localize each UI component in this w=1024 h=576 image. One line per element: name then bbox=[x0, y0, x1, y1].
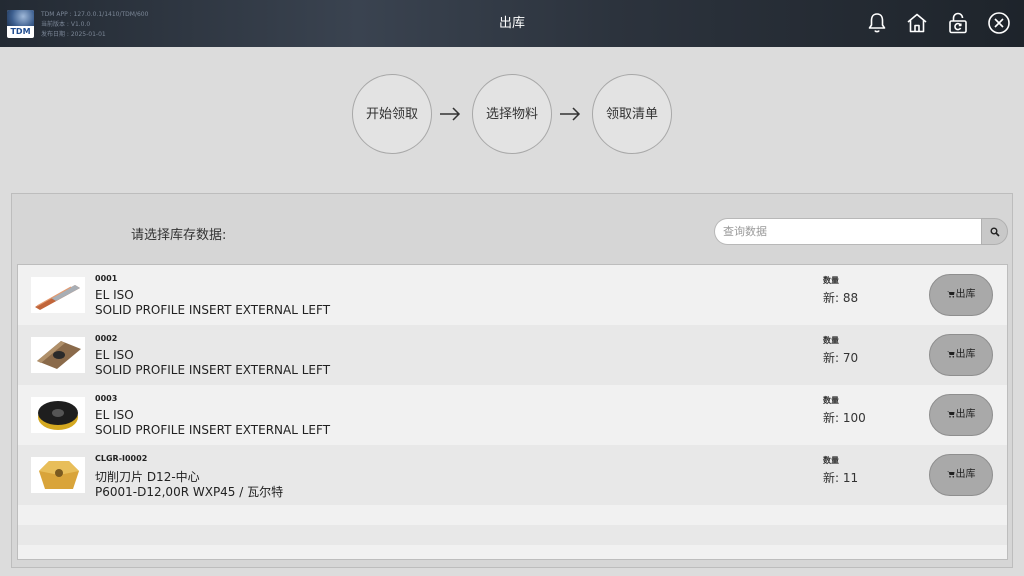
item-code: 0003 bbox=[95, 394, 118, 403]
item-code: CLGR-I0002 bbox=[95, 454, 148, 463]
item-name: EL ISO bbox=[95, 348, 134, 362]
lock-refresh-icon[interactable] bbox=[946, 11, 970, 35]
item-name: EL ISO bbox=[95, 408, 134, 422]
list-item[interactable]: 0003 EL ISO SOLID PROFILE INSERT EXTERNA… bbox=[18, 385, 1007, 445]
item-desc: P6001-D12,00R WXP45 / 瓦尔特 bbox=[95, 485, 284, 499]
search-input[interactable] bbox=[714, 218, 982, 245]
search-icon bbox=[990, 227, 1000, 237]
qty-value: 新: 70 bbox=[823, 351, 859, 365]
checkout-button[interactable]: 出库 bbox=[929, 274, 993, 316]
qty-label: 数量 bbox=[823, 396, 839, 405]
gold-insert-image bbox=[31, 457, 85, 493]
search-box bbox=[714, 218, 1008, 245]
item-desc: SOLID PROFILE INSERT EXTERNAL LEFT bbox=[95, 423, 331, 437]
drill-bit-image bbox=[31, 277, 85, 313]
inventory-list: 0001 EL ISO SOLID PROFILE INSERT EXTERNA… bbox=[17, 264, 1008, 560]
cart-icon bbox=[946, 410, 955, 418]
arrow-right-icon bbox=[559, 104, 581, 124]
step-select-material: 选择物料 bbox=[472, 74, 552, 154]
tdm-logo: TDM bbox=[7, 10, 34, 38]
inventory-panel: 请选择库存数据: 0001 EL ISO SOLID PROFILE INSER… bbox=[11, 193, 1013, 568]
qty-value: 新: 11 bbox=[823, 471, 859, 485]
item-code: 0002 bbox=[95, 334, 118, 343]
close-icon[interactable] bbox=[987, 11, 1011, 35]
empty-row bbox=[18, 525, 1007, 545]
bell-icon[interactable] bbox=[865, 11, 889, 35]
checkout-button[interactable]: 出库 bbox=[929, 334, 993, 376]
item-desc: SOLID PROFILE INSERT EXTERNAL LEFT bbox=[95, 363, 331, 377]
cart-icon bbox=[946, 470, 955, 478]
item-code: 0001 bbox=[95, 274, 118, 283]
app-info-line: 当前版本 : V1.0.0 bbox=[41, 21, 91, 28]
round-insert-image bbox=[31, 397, 85, 433]
diamond-insert-image bbox=[31, 337, 85, 373]
app-header: TDM TDM APP : 127.0.0.1/1410/TDM/600 当前版… bbox=[0, 0, 1024, 47]
checkout-label: 出库 bbox=[955, 409, 976, 420]
list-item[interactable]: 0001 EL ISO SOLID PROFILE INSERT EXTERNA… bbox=[18, 265, 1007, 325]
item-desc: SOLID PROFILE INSERT EXTERNAL LEFT bbox=[95, 303, 331, 317]
cart-icon bbox=[946, 350, 955, 358]
home-icon[interactable] bbox=[905, 11, 929, 35]
item-name: EL ISO bbox=[95, 288, 134, 302]
list-item[interactable]: CLGR-I0002 切削刀片 D12-中心 P6001-D12,00R WXP… bbox=[18, 445, 1007, 505]
empty-row bbox=[18, 545, 1007, 559]
qty-label: 数量 bbox=[823, 336, 839, 345]
app-info-line: 发布日期 : 2025-01-01 bbox=[41, 31, 106, 38]
cart-icon bbox=[946, 290, 955, 298]
checkout-button[interactable]: 出库 bbox=[929, 454, 993, 496]
list-item[interactable]: 0002 EL ISO SOLID PROFILE INSERT EXTERNA… bbox=[18, 325, 1007, 385]
checkout-button[interactable]: 出库 bbox=[929, 394, 993, 436]
qty-label: 数量 bbox=[823, 276, 839, 285]
checkout-label: 出库 bbox=[955, 289, 976, 300]
qty-label: 数量 bbox=[823, 456, 839, 465]
panel-label: 请选择库存数据: bbox=[131, 228, 227, 243]
arrow-right-icon bbox=[439, 104, 461, 124]
qty-value: 新: 100 bbox=[823, 411, 866, 425]
step-pickup-list: 领取清单 bbox=[592, 74, 672, 154]
app-info: TDM APP : 127.0.0.1/1410/TDM/600 当前版本 : … bbox=[41, 10, 148, 40]
checkout-label: 出库 bbox=[955, 349, 976, 360]
checkout-label: 出库 bbox=[955, 469, 976, 480]
empty-row bbox=[18, 505, 1007, 525]
step-start-pickup: 开始领取 bbox=[352, 74, 432, 154]
qty-value: 新: 88 bbox=[823, 291, 859, 305]
search-button[interactable] bbox=[981, 218, 1008, 245]
app-info-line: TDM APP : 127.0.0.1/1410/TDM/600 bbox=[41, 11, 149, 18]
